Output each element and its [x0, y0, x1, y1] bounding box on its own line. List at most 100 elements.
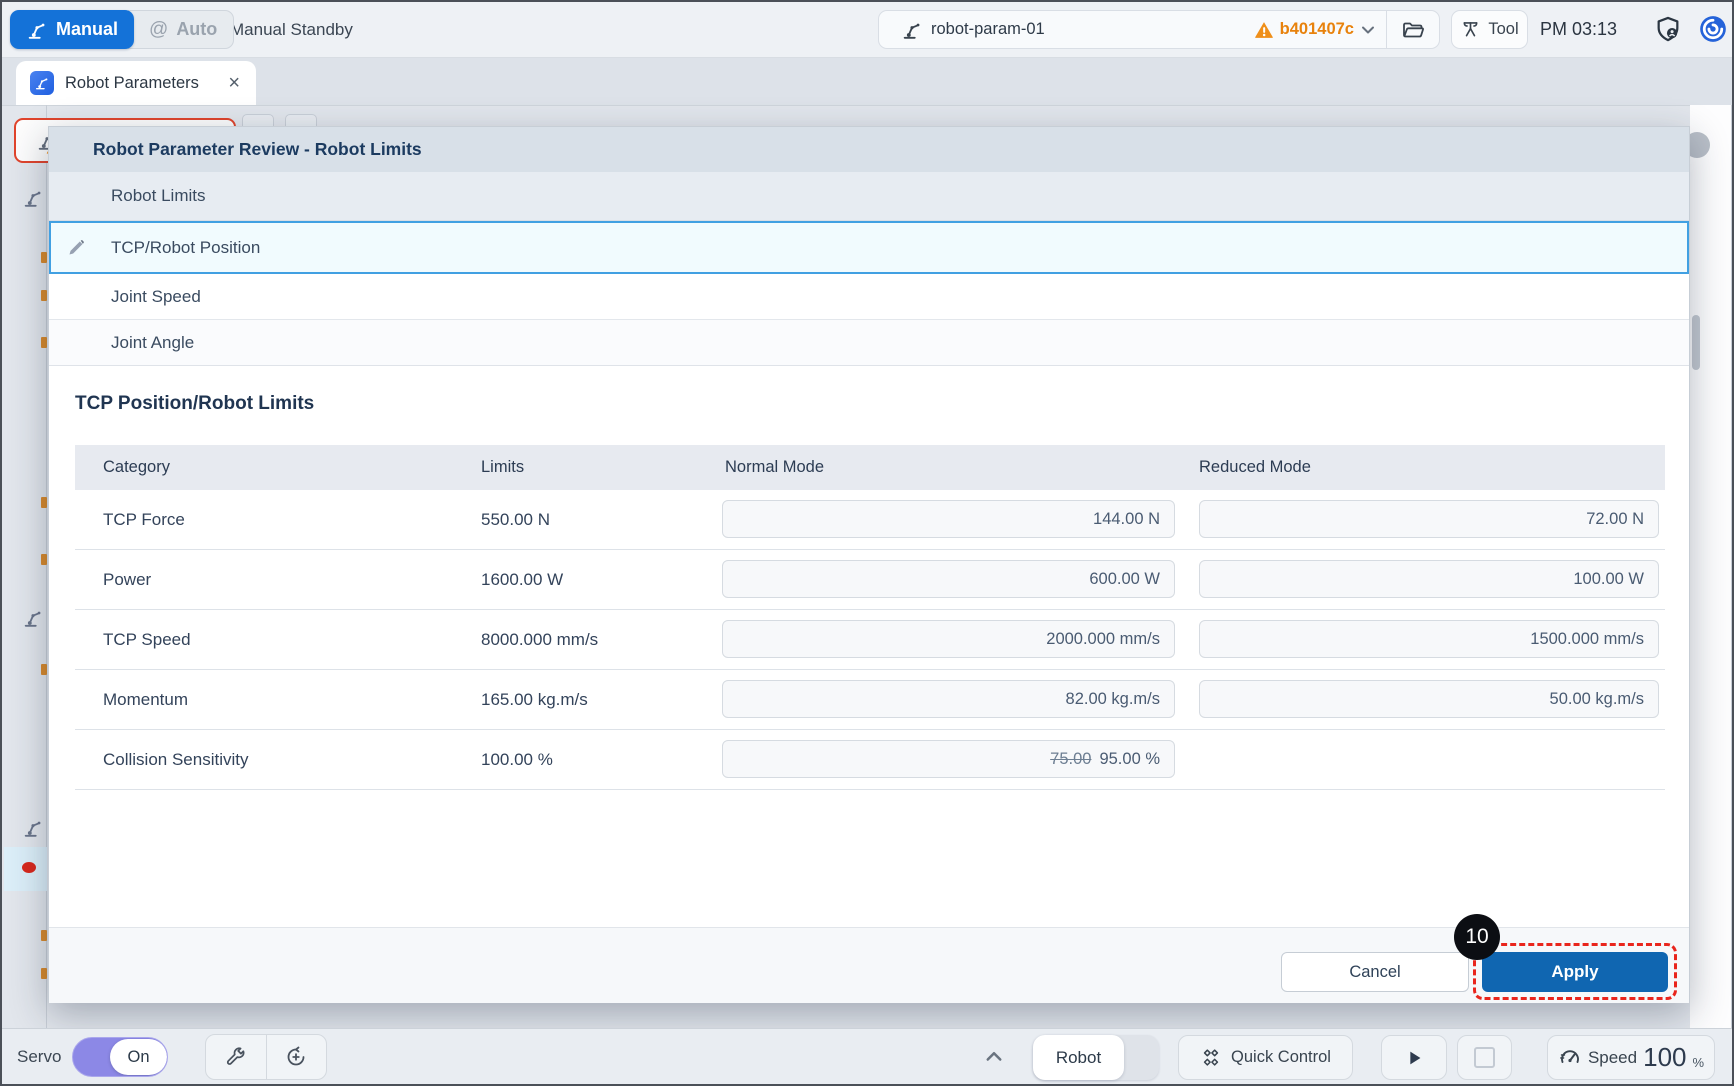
reduced-mode-input[interactable]: 72.00 N [1199, 500, 1659, 538]
speed-control[interactable]: Speed 100 % [1547, 1035, 1715, 1080]
wrench-icon [224, 1046, 247, 1069]
alarm-badge[interactable]: b401407c [1254, 20, 1354, 40]
manual-mode-button[interactable]: Manual [10, 10, 134, 49]
safety-shield-icon[interactable] [1654, 15, 1682, 43]
background-scrollbar-thumb[interactable] [1692, 315, 1700, 370]
servo-state: On [110, 1039, 167, 1075]
warning-icon [1254, 20, 1274, 40]
stop-icon [1474, 1047, 1495, 1068]
menu-item-robot-limits[interactable]: Robot Limits [49, 172, 1689, 221]
background-breakpoint-dot [22, 862, 36, 873]
col-header-limits: Limits [481, 445, 524, 490]
robot-arm-icon [22, 187, 44, 209]
auto-mode-button[interactable]: @ Auto [128, 10, 234, 49]
speed-label: Speed [1588, 1048, 1637, 1068]
sync-jog-button[interactable] [266, 1035, 326, 1079]
normal-mode-input[interactable]: 82.00 kg.m/s [722, 680, 1175, 718]
chevron-up-icon[interactable] [984, 1047, 1004, 1067]
settings-wrench-button[interactable] [206, 1035, 266, 1079]
normal-mode-input[interactable]: 2000.000 mm/s [722, 620, 1175, 658]
col-header-normal-mode: Normal Mode [725, 445, 824, 490]
robot-arm-icon [22, 607, 44, 629]
table-row-collision-sensitivity: Collision Sensitivity 100.00 % 75.00 95.… [75, 730, 1665, 790]
tool-button[interactable]: Tool [1451, 10, 1528, 49]
background-text-fragment [41, 968, 47, 979]
row-category: TCP Speed [103, 610, 191, 669]
speedometer-icon [1558, 1046, 1582, 1070]
top-bar: Manual @ Auto Manual Standby robot-param… [2, 2, 1732, 58]
previous-value: 75.00 [1050, 750, 1091, 769]
normal-mode-input[interactable]: 600.00 W [722, 560, 1175, 598]
robot-sim-switch[interactable]: Robot [1033, 1035, 1159, 1080]
tool-label: Tool [1488, 20, 1518, 39]
row-category: TCP Force [103, 490, 185, 549]
table-row-momentum: Momentum 165.00 kg.m/s 82.00 kg.m/s 50.0… [75, 670, 1665, 730]
cancel-button[interactable]: Cancel [1281, 952, 1469, 992]
diamond-grid-icon [1200, 1047, 1222, 1069]
auto-mode-label: Auto [176, 19, 217, 40]
robot-arm-icon [26, 19, 48, 41]
background-right-panel [1690, 105, 1732, 1028]
background-text-fragment [41, 497, 47, 508]
menu-item-joint-angle[interactable]: Joint Angle [49, 320, 1689, 366]
sync-plus-icon [284, 1045, 308, 1069]
open-file-button[interactable] [1387, 11, 1439, 48]
dialog-footer: Cancel Apply 10 [49, 927, 1689, 1003]
col-header-category: Category [103, 445, 170, 490]
reduced-mode-input[interactable]: 1500.000 mm/s [1199, 620, 1659, 658]
annotation-step-badge: 10 [1454, 914, 1500, 960]
clock: PM 03:13 [1540, 2, 1617, 57]
row-category: Power [103, 550, 151, 609]
row-limit: 165.00 kg.m/s [481, 670, 588, 729]
auto-mode-icon: @ [149, 19, 168, 41]
background-text-fragment [41, 252, 47, 263]
robot-arm-icon [22, 817, 44, 839]
servo-label: Servo [17, 1029, 61, 1085]
normal-mode-input[interactable]: 144.00 N [722, 500, 1175, 538]
quick-control-button[interactable]: Quick Control [1178, 1035, 1353, 1080]
reduced-mode-input[interactable]: 100.00 W [1199, 560, 1659, 598]
row-category: Momentum [103, 670, 188, 729]
row-limit: 550.00 N [481, 490, 550, 549]
system-swirl-icon[interactable] [1699, 15, 1727, 43]
robot-switch-label: Robot [1033, 1035, 1124, 1080]
background-text-fragment [41, 337, 47, 348]
table-header-row: Category Limits Normal Mode Reduced Mode [75, 445, 1665, 490]
col-header-reduced-mode: Reduced Mode [1199, 445, 1311, 490]
chevron-down-icon[interactable] [1360, 22, 1376, 38]
section-title: TCP Position/Robot Limits [75, 393, 314, 415]
background-text-fragment [41, 930, 47, 941]
robot-status-text: Manual Standby [230, 2, 353, 57]
tool-icon [1460, 19, 1481, 40]
new-value: 95.00 % [1099, 750, 1160, 769]
row-category: Collision Sensitivity [103, 730, 249, 789]
program-name: robot-param-01 [931, 20, 1045, 39]
menu-item-label: Joint Speed [111, 287, 201, 307]
normal-mode-input[interactable]: 75.00 95.00 % [722, 740, 1175, 778]
robot-parameter-review-dialog: Robot Parameter Review - Robot Limits Ro… [48, 126, 1690, 1002]
stop-button[interactable] [1457, 1035, 1512, 1080]
table-row-tcp-force: TCP Force 550.00 N 144.00 N 72.00 N [75, 490, 1665, 550]
speed-unit: % [1693, 1055, 1705, 1070]
tab-title: Robot Parameters [65, 74, 199, 93]
reduced-mode-input[interactable]: 50.00 kg.m/s [1199, 680, 1659, 718]
background-text-fragment [41, 664, 47, 675]
tab-close-icon[interactable]: × [228, 73, 240, 93]
tab-robot-parameters[interactable]: Robot Parameters × [16, 61, 256, 105]
play-icon [1403, 1047, 1425, 1069]
speed-value: 100 [1643, 1042, 1686, 1073]
apply-button[interactable]: Apply [1482, 952, 1668, 992]
menu-item-label: TCP/Robot Position [111, 238, 260, 258]
servo-toggle[interactable]: On [72, 1037, 168, 1077]
menu-item-tcp-robot-position[interactable]: TCP/Robot Position [49, 221, 1689, 274]
row-limit: 8000.000 mm/s [481, 610, 598, 669]
menu-item-label: Robot Limits [111, 186, 205, 206]
program-selector[interactable]: robot-param-01 b401407c [878, 10, 1440, 49]
menu-item-joint-speed[interactable]: Joint Speed [49, 274, 1689, 320]
bottom-bar: Servo On [2, 1028, 1732, 1085]
menu-item-label: Joint Angle [111, 333, 194, 353]
alarm-code: b401407c [1280, 20, 1354, 39]
table-row-power: Power 1600.00 W 600.00 W 100.00 W [75, 550, 1665, 610]
dialog-header: Robot Parameter Review - Robot Limits [49, 127, 1689, 172]
play-button[interactable] [1381, 1035, 1447, 1080]
